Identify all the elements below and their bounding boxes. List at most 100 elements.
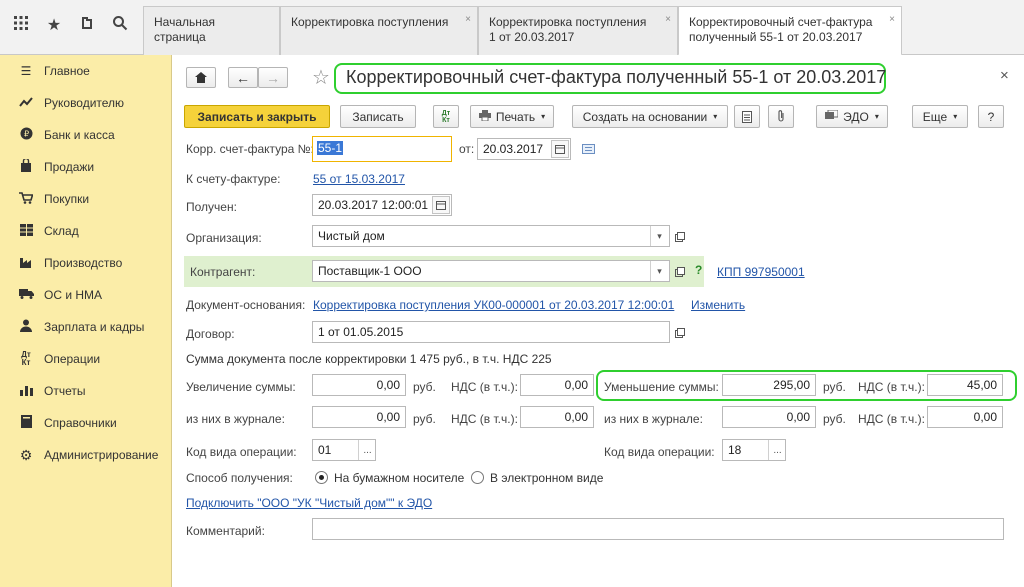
dtkt-icon[interactable]: Дт Кт [433, 105, 459, 128]
search-icon[interactable] [109, 15, 131, 37]
open-icon[interactable] [675, 327, 685, 341]
sidebar-item-admin[interactable]: ⚙ Администрирование [0, 444, 172, 466]
invoice-form: ← → ☆ Корректировочный счет-фактура полу… [172, 55, 1024, 587]
organization-label: Организация: [186, 231, 262, 245]
kpp-link[interactable]: КПП 997950001 [717, 265, 805, 279]
base-document-link[interactable]: Корректировка поступления УК00-000001 от… [313, 298, 674, 312]
truck-icon [18, 288, 34, 302]
star-icon[interactable]: ★ [43, 15, 65, 37]
top-bar: ★ Начальная страница Корректировка посту… [0, 0, 1024, 56]
close-icon[interactable]: × [889, 12, 895, 27]
change-link[interactable]: Изменить [691, 298, 745, 312]
back-button[interactable]: ← [228, 67, 258, 88]
forward-button[interactable]: → [258, 67, 288, 88]
tab-correction-receipt-1[interactable]: Корректировка поступления 1 от 20.03.201… [478, 6, 678, 55]
sidebar-item-references[interactable]: Справочники [0, 412, 172, 434]
radio-electronic[interactable] [471, 471, 484, 484]
close-icon[interactable]: × [665, 12, 671, 27]
edo-button[interactable]: ЭДО ▾ [816, 105, 888, 128]
caret-down-icon[interactable]: ▾ [650, 261, 668, 281]
contract-select[interactable]: 1 от 01.05.2015 [312, 321, 670, 343]
corr-invoice-number-value: 55-1 [317, 141, 344, 155]
more-button[interactable]: Еще ▾ [912, 105, 968, 128]
coin-icon: ₽ [18, 127, 34, 143]
tab-corr-invoice[interactable]: Корректировочный счет-фактура полученный… [678, 6, 902, 56]
tab-home[interactable]: Начальная страница [143, 6, 280, 55]
contractor-select[interactable]: Поставщик-1 ООО [312, 260, 670, 282]
ellipsis-icon[interactable]: ... [768, 440, 786, 460]
calendar-icon[interactable] [432, 196, 450, 214]
ellipsis-icon[interactable]: ... [358, 440, 376, 460]
increase-amount-input[interactable]: 0,00 [312, 374, 406, 396]
print-button[interactable]: Печать ▾ [470, 105, 554, 128]
save-close-button[interactable]: Записать и закрыть [184, 105, 330, 128]
decrease-amount-input[interactable]: 295,00 [722, 374, 816, 396]
sidebar-item-label: Справочники [44, 416, 117, 430]
sidebar-item-label: Главное [44, 64, 90, 78]
dec-journal-vat-input[interactable]: 0,00 [927, 406, 1003, 428]
receive-method-label: Способ получения: [186, 471, 293, 485]
journal-label: из них в журнале: [604, 412, 703, 426]
cart-icon [18, 191, 34, 207]
open-icon[interactable] [675, 231, 685, 245]
caret-down-icon: ▾ [541, 112, 546, 121]
corr-invoice-number-input[interactable]: 55-1 [312, 136, 452, 162]
history-icon[interactable] [76, 15, 98, 37]
create-based-button[interactable]: Создать на основании ▾ [572, 105, 728, 128]
save-button[interactable]: Записать [340, 105, 416, 128]
sidebar-item-salary[interactable]: Зарплата и кадры [0, 316, 172, 338]
caret-down-icon: ▾ [713, 112, 718, 121]
base-document-label: Документ-основания: [186, 298, 306, 312]
dec-journal-amount-input[interactable]: 0,00 [722, 406, 816, 428]
sidebar-item-operations[interactable]: Дт Кт Операции [0, 348, 172, 370]
sidebar-item-production[interactable]: Производство [0, 252, 172, 274]
received-datetime-input[interactable]: 20.03.2017 12:00:01 [312, 194, 452, 216]
favorite-star-icon[interactable]: ☆ [312, 65, 330, 90]
caret-down-icon[interactable]: ▾ [650, 226, 668, 246]
to-invoice-label: К счету-фактуре: [186, 172, 281, 186]
increase-vat-input[interactable]: 0,00 [520, 374, 594, 396]
organization-select[interactable]: Чистый дом [312, 225, 670, 247]
caret-down-icon: ▾ [953, 112, 958, 121]
create-based-label: Создать на основании [582, 109, 708, 124]
sidebar-item-manager[interactable]: Руководителю [0, 92, 172, 114]
help-question-icon[interactable]: ? [695, 263, 702, 277]
close-icon[interactable]: × [465, 12, 471, 27]
sidebar-item-reports[interactable]: Отчеты [0, 380, 172, 402]
edo-label: ЭДО [843, 109, 869, 124]
tab-label: Корректировка поступления 1 от 20.03.201… [489, 15, 647, 44]
document-icon[interactable] [734, 105, 760, 128]
sidebar-item-main[interactable]: ☰ Главное [0, 60, 172, 82]
apps-grid-icon[interactable] [10, 15, 32, 37]
contractor-label: Контрагент: [190, 265, 256, 279]
sidebar-item-assets[interactable]: ОС и НМА [0, 284, 172, 306]
barchart-icon [18, 384, 34, 399]
tab-correction-receipt[interactable]: Корректировка поступления × [280, 6, 478, 55]
comment-input[interactable] [312, 518, 1004, 540]
open-icon[interactable] [675, 266, 685, 280]
comment-label: Комментарий: [186, 524, 265, 538]
sidebar-item-bank[interactable]: ₽ Банк и касса [0, 124, 172, 146]
home-button[interactable] [186, 67, 216, 88]
sidebar-item-label: Склад [44, 224, 79, 238]
sidebar-item-label: Отчеты [44, 384, 86, 398]
attachment-icon[interactable] [768, 105, 794, 128]
decrease-vat-input[interactable]: 45,00 [927, 374, 1003, 396]
inc-journal-amount-input[interactable]: 0,00 [312, 406, 406, 428]
sidebar-item-purchases[interactable]: Покупки [0, 188, 172, 210]
close-icon[interactable]: × [1000, 67, 1009, 84]
radio-paper[interactable] [315, 471, 328, 484]
sidebar-item-warehouse[interactable]: Склад [0, 220, 172, 242]
help-button[interactable]: ? [978, 105, 1004, 128]
list-icon[interactable] [582, 143, 595, 157]
rub-label: руб. [823, 412, 846, 426]
sidebar-item-sales[interactable]: Продажи [0, 156, 172, 178]
edo-icon [825, 109, 839, 124]
calendar-icon[interactable] [551, 140, 569, 158]
person-icon [18, 319, 34, 335]
to-invoice-link[interactable]: 55 от 15.03.2017 [313, 172, 405, 186]
inc-journal-vat-input[interactable]: 0,00 [520, 406, 594, 428]
gear-icon: ⚙ [19, 446, 33, 463]
arrow-right-icon: → [266, 69, 280, 86]
connect-edo-link[interactable]: Подключить "ООО "УК "Чистый дом"" к ЭДО [186, 496, 432, 510]
